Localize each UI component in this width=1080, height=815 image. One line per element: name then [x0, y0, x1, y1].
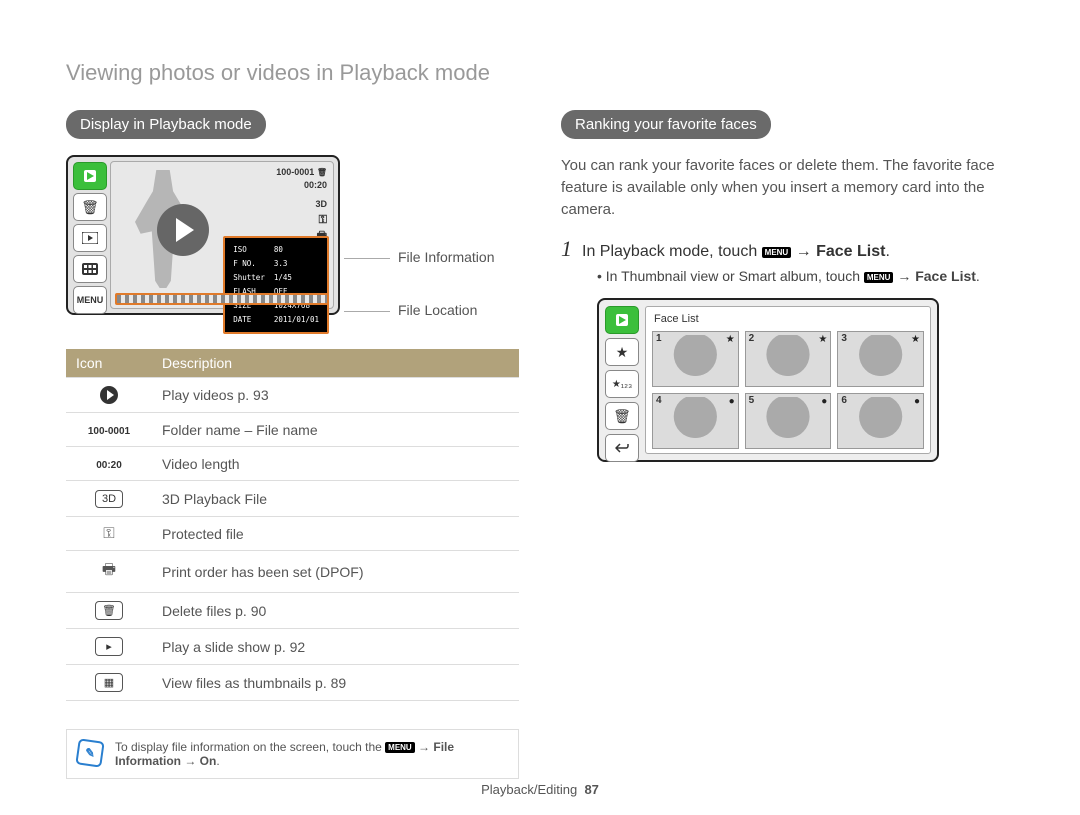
file-info-block: ISO80F NO.3.3Shutter1/45FLASHOFFSIZE1024… [223, 236, 329, 334]
page-title: Viewing photos or videos in Playback mod… [66, 60, 1014, 86]
table-row: 100-0001Folder name – File name [66, 413, 519, 447]
callout-file-location: File Location [344, 302, 477, 318]
star123-icon: ★₁₂₃ [605, 370, 639, 398]
step-1: 1 In Playback mode, touch MENU → Face Li… [561, 236, 1014, 262]
play-icon [100, 386, 118, 404]
menu-chip: MENU [385, 742, 415, 753]
file-number: 100-0001 🗑 00:20 [276, 166, 327, 191]
camera-screenshot: 🗑 MENU 100-0001 🗑 [66, 155, 506, 331]
icon-description-table: Icon Description Play videos p. 93100-00… [66, 349, 519, 701]
table-row: 🗑Delete files p. 90 [66, 593, 519, 629]
trash-icon: 🗑 [73, 193, 107, 221]
face-list-screenshot: ★ ★₁₂₃ 🗑 Face List 1★2★3★ 4●5●6● [597, 298, 939, 462]
slideshow-icon [73, 224, 107, 252]
face-cell: 2★ [745, 331, 832, 387]
face-cell: 4● [652, 393, 739, 449]
thumbnails-icon [73, 255, 107, 283]
note-box: ✎ To display file information on the scr… [66, 729, 519, 779]
heading-ranking-faces: Ranking your favorite faces [561, 110, 771, 139]
file-location-bar [115, 293, 329, 305]
face-cell: 3★ [837, 331, 924, 387]
th-icon: Icon [66, 349, 152, 378]
table-row: 00:20Video length [66, 447, 519, 481]
th-description: Description [152, 349, 519, 378]
menu-chip: MENU [762, 247, 792, 258]
star-icon: ★ [605, 338, 639, 366]
table-row: 3D3D Playback File [66, 481, 519, 517]
play-video-icon [157, 204, 209, 256]
face-cell: 1★ [652, 331, 739, 387]
table-row: ⚿Protected file [66, 517, 519, 551]
table-row: ▦View files as thumbnails p. 89 [66, 665, 519, 701]
note-icon: ✎ [75, 738, 104, 767]
back-icon [605, 434, 639, 462]
page-footer: Playback/Editing 87 [0, 782, 1080, 797]
heading-display-playback: Display in Playback mode [66, 110, 266, 139]
trash-icon: 🗑 [605, 402, 639, 430]
face-cell: 5● [745, 393, 832, 449]
menu-icon: MENU [73, 286, 107, 314]
playback-icon [73, 162, 107, 190]
menu-chip: MENU [864, 272, 894, 283]
step-1-subbullet: • In Thumbnail view or Smart album, touc… [597, 268, 1014, 284]
callout-file-information: File Information [344, 249, 494, 265]
face-list-title: Face List [652, 311, 924, 327]
table-row: ▸Play a slide show p. 92 [66, 629, 519, 665]
playback-icon [605, 306, 639, 334]
table-row: 🖶Print order has been set (DPOF) [66, 551, 519, 593]
face-cell: 6● [837, 393, 924, 449]
intro-text: You can rank your favorite faces or dele… [561, 155, 1014, 220]
table-row: Play videos p. 93 [66, 378, 519, 413]
